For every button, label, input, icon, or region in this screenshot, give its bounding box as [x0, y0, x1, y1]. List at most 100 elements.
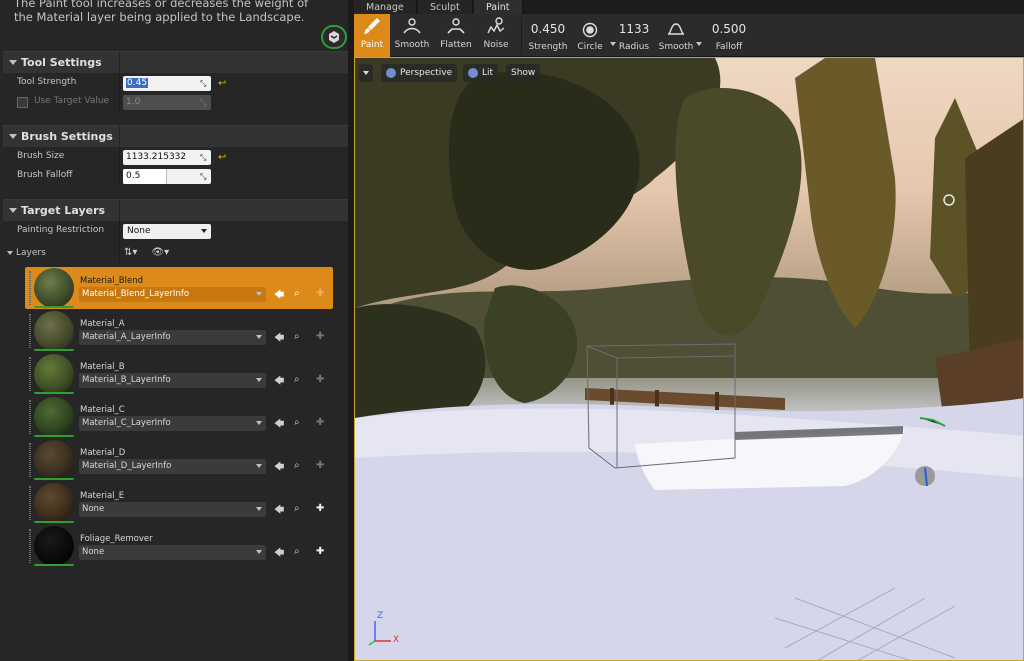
- layer-thumbnail: [34, 526, 74, 566]
- use-selected-asset-icon[interactable]: 🡄: [274, 331, 284, 348]
- layer-info-dropdown[interactable]: Material_A_LayerInfo: [79, 330, 266, 345]
- layers-label: Layers: [16, 248, 46, 258]
- falloff-control[interactable]: 0.500 Falloff: [710, 14, 748, 57]
- layer-thumbnail: [34, 440, 74, 480]
- show-button[interactable]: Show: [506, 64, 541, 82]
- create-layer-info-icon[interactable]: ✚: [316, 460, 324, 471]
- viewport-options-button[interactable]: [359, 64, 373, 82]
- paint-toolbar: Paint Smooth Flatten Noise 0.450 Strengt…: [354, 14, 1024, 57]
- chevron-down-icon: [256, 550, 262, 554]
- help-button[interactable]: [321, 25, 347, 49]
- browse-search-icon[interactable]: ⌕: [294, 417, 300, 428]
- tab-manage[interactable]: Manage: [354, 0, 417, 14]
- use-selected-asset-icon[interactable]: 🡄: [274, 417, 284, 434]
- browse-search-icon[interactable]: ⌕: [294, 374, 300, 385]
- painting-restriction-row: Painting Restriction None: [3, 223, 348, 242]
- visibility-eye-icon[interactable]: 👁▾: [151, 247, 169, 258]
- layer-info-value: Material_D_LayerInfo: [82, 461, 172, 471]
- brush-type-dropdown[interactable]: Circle: [572, 14, 616, 57]
- brush-falloff-input[interactable]: 0.5 ⤡: [123, 169, 211, 184]
- use-selected-asset-icon[interactable]: 🡄: [274, 546, 284, 563]
- tool-flatten[interactable]: Flatten: [436, 14, 476, 57]
- tool-paint[interactable]: Paint: [354, 14, 390, 57]
- layer-item-material-b[interactable]: Material_B Material_B_LayerInfo 🡄 ⌕ ✚: [25, 353, 333, 395]
- create-layer-info-icon[interactable]: ✚: [316, 331, 324, 342]
- smooth-icon: [392, 14, 432, 36]
- use-target-value-checkbox[interactable]: [17, 97, 28, 108]
- layer-name: Material_C: [80, 405, 125, 415]
- tool-strength-input[interactable]: 0.45 ⤡: [123, 76, 211, 91]
- brush-size-input[interactable]: 1133.215332 ⤡: [123, 150, 211, 165]
- layer-item-material-e[interactable]: Material_E None 🡄 ⌕ ✚: [25, 482, 333, 524]
- drag-handle[interactable]: [29, 271, 31, 305]
- layer-info-dropdown[interactable]: Material_B_LayerInfo: [79, 373, 266, 388]
- use-selected-asset-icon[interactable]: 🡄: [274, 460, 284, 477]
- layer-info-dropdown[interactable]: None: [79, 502, 266, 517]
- layer-item-material-c[interactable]: Material_C Material_C_LayerInfo 🡄 ⌕ ✚: [25, 396, 333, 438]
- reset-to-default-icon[interactable]: ↩: [218, 152, 226, 163]
- layer-thumbnail: [34, 354, 74, 394]
- use-selected-asset-icon[interactable]: 🡄: [274, 374, 284, 391]
- spin-arrows-icon: ⤡: [200, 172, 207, 181]
- browse-search-icon[interactable]: ⌕: [294, 331, 300, 342]
- brush-settings-header[interactable]: Brush Settings: [3, 125, 348, 148]
- browse-search-icon[interactable]: ⌕: [294, 460, 300, 471]
- use-selected-asset-icon[interactable]: 🡄: [274, 288, 284, 305]
- create-layer-info-icon[interactable]: ✚: [316, 374, 324, 385]
- use-selected-asset-icon[interactable]: 🡄: [274, 503, 284, 520]
- create-layer-info-icon[interactable]: ✚: [316, 546, 324, 557]
- layer-info-dropdown[interactable]: Material_D_LayerInfo: [79, 459, 266, 474]
- brush-falloff-row: Brush Falloff 0.5 ⤡: [3, 168, 348, 187]
- lit-button[interactable]: Lit: [463, 64, 499, 82]
- drag-handle[interactable]: [29, 529, 31, 563]
- layer-info-dropdown[interactable]: Material_C_LayerInfo: [79, 416, 266, 431]
- tool-smooth[interactable]: Smooth: [392, 14, 432, 57]
- tool-noise[interactable]: Noise: [476, 14, 516, 57]
- tool-settings-header[interactable]: Tool Settings: [3, 51, 348, 74]
- tool-strength-value: 0.45: [126, 78, 149, 88]
- lit-sphere-icon: [468, 68, 478, 78]
- create-layer-info-icon[interactable]: ✚: [316, 503, 324, 514]
- layer-item-material-d[interactable]: Material_D Material_D_LayerInfo 🡄 ⌕ ✚: [25, 439, 333, 481]
- landscape-editor: The Paint tool increases or decreases th…: [0, 0, 1024, 661]
- drag-handle[interactable]: [29, 314, 31, 348]
- expand-arrow-icon[interactable]: [7, 251, 13, 255]
- layer-thumbnail: [34, 483, 74, 523]
- layer-info-value: Material_Blend_LayerInfo: [82, 289, 190, 299]
- chevron-down-icon: [256, 464, 262, 468]
- layer-info-dropdown[interactable]: None: [79, 545, 266, 560]
- strength-control[interactable]: 0.450 Strength: [528, 14, 568, 57]
- tab-sculpt[interactable]: Sculpt: [418, 0, 473, 14]
- drag-handle[interactable]: [29, 486, 31, 520]
- layer-item-material-a[interactable]: Material_A Material_A_LayerInfo 🡄 ⌕ ✚: [25, 310, 333, 352]
- smooth-falloff-icon: [658, 22, 694, 38]
- falloff-type-dropdown[interactable]: Smooth: [658, 14, 702, 57]
- drag-handle[interactable]: [29, 400, 31, 434]
- layer-item-foliage-remover[interactable]: Foliage_Remover None 🡄 ⌕ ✚: [25, 525, 333, 567]
- level-viewport[interactable]: Perspective Lit Show Z X: [354, 57, 1024, 661]
- brush-size-value: 1133.215332: [126, 152, 187, 162]
- layer-item-material-blend[interactable]: Material_Blend Material_Blend_LayerInfo …: [25, 267, 333, 309]
- tab-paint[interactable]: Paint: [474, 0, 523, 14]
- browse-search-icon[interactable]: ⌕: [294, 546, 300, 557]
- create-layer-info-icon[interactable]: ✚: [316, 417, 324, 428]
- brush-falloff-value: 0.5: [126, 171, 141, 181]
- perspective-button[interactable]: Perspective: [381, 64, 458, 82]
- browse-search-icon[interactable]: ⌕: [294, 288, 300, 299]
- browse-search-icon[interactable]: ⌕: [294, 503, 300, 514]
- painting-restriction-dropdown[interactable]: None: [123, 224, 211, 239]
- layer-info-dropdown[interactable]: Material_Blend_LayerInfo: [79, 287, 266, 302]
- reset-to-default-icon[interactable]: ↩: [218, 78, 226, 89]
- axis-gizmo: Z X: [365, 611, 401, 652]
- drag-handle[interactable]: [29, 357, 31, 391]
- brush-type-label: Circle: [577, 42, 603, 52]
- landscape-mode-panel: The Paint tool increases or decreases th…: [0, 0, 348, 661]
- sort-layers-icon[interactable]: ⇅▾: [124, 247, 137, 258]
- radius-control[interactable]: 1133 Radius: [616, 14, 652, 57]
- create-layer-info-icon[interactable]: ✚: [316, 288, 324, 299]
- radius-label: Radius: [618, 42, 650, 52]
- spin-arrows-icon: ⤡: [200, 79, 207, 88]
- drag-handle[interactable]: [29, 443, 31, 477]
- target-layers-header[interactable]: Target Layers: [3, 199, 348, 222]
- axis-x-label: X: [393, 635, 400, 645]
